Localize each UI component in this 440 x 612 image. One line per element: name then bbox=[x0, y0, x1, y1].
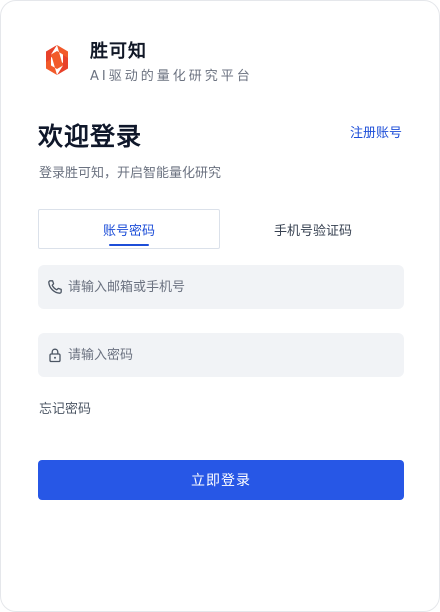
active-tab-indicator bbox=[109, 244, 149, 246]
brand-name: 胜可知 bbox=[90, 41, 147, 62]
login-method-tabs: 账号密码 手机号验证码 bbox=[38, 209, 404, 251]
phone-icon bbox=[48, 280, 62, 294]
tab-phone-code[interactable]: 手机号验证码 bbox=[222, 209, 404, 249]
tab-account-password[interactable]: 账号密码 bbox=[38, 209, 220, 249]
page-title: 欢迎登录 bbox=[38, 122, 143, 151]
s-hexagon-logo-icon bbox=[46, 45, 68, 75]
login-button[interactable]: 立即登录 bbox=[38, 460, 404, 500]
page-subtitle: 登录胜可知，开启智能量化研究 bbox=[39, 166, 222, 181]
account-input[interactable] bbox=[68, 265, 388, 309]
register-link[interactable]: 注册账号 bbox=[350, 122, 402, 141]
forgot-password-link[interactable]: 忘记密码 bbox=[39, 398, 91, 417]
account-field bbox=[38, 265, 404, 309]
tab-label: 账号密码 bbox=[102, 223, 155, 239]
password-input[interactable] bbox=[68, 333, 388, 377]
login-card: 胜可知 AI驱动的量化研究平台 欢迎登录 注册账号 登录胜可知，开启智能量化研究… bbox=[0, 0, 440, 612]
tab-label: 手机号验证码 bbox=[273, 223, 352, 239]
brand-slogan: AI驱动的量化研究平台 bbox=[90, 69, 253, 84]
lock-icon bbox=[49, 348, 61, 363]
password-field bbox=[38, 333, 404, 377]
